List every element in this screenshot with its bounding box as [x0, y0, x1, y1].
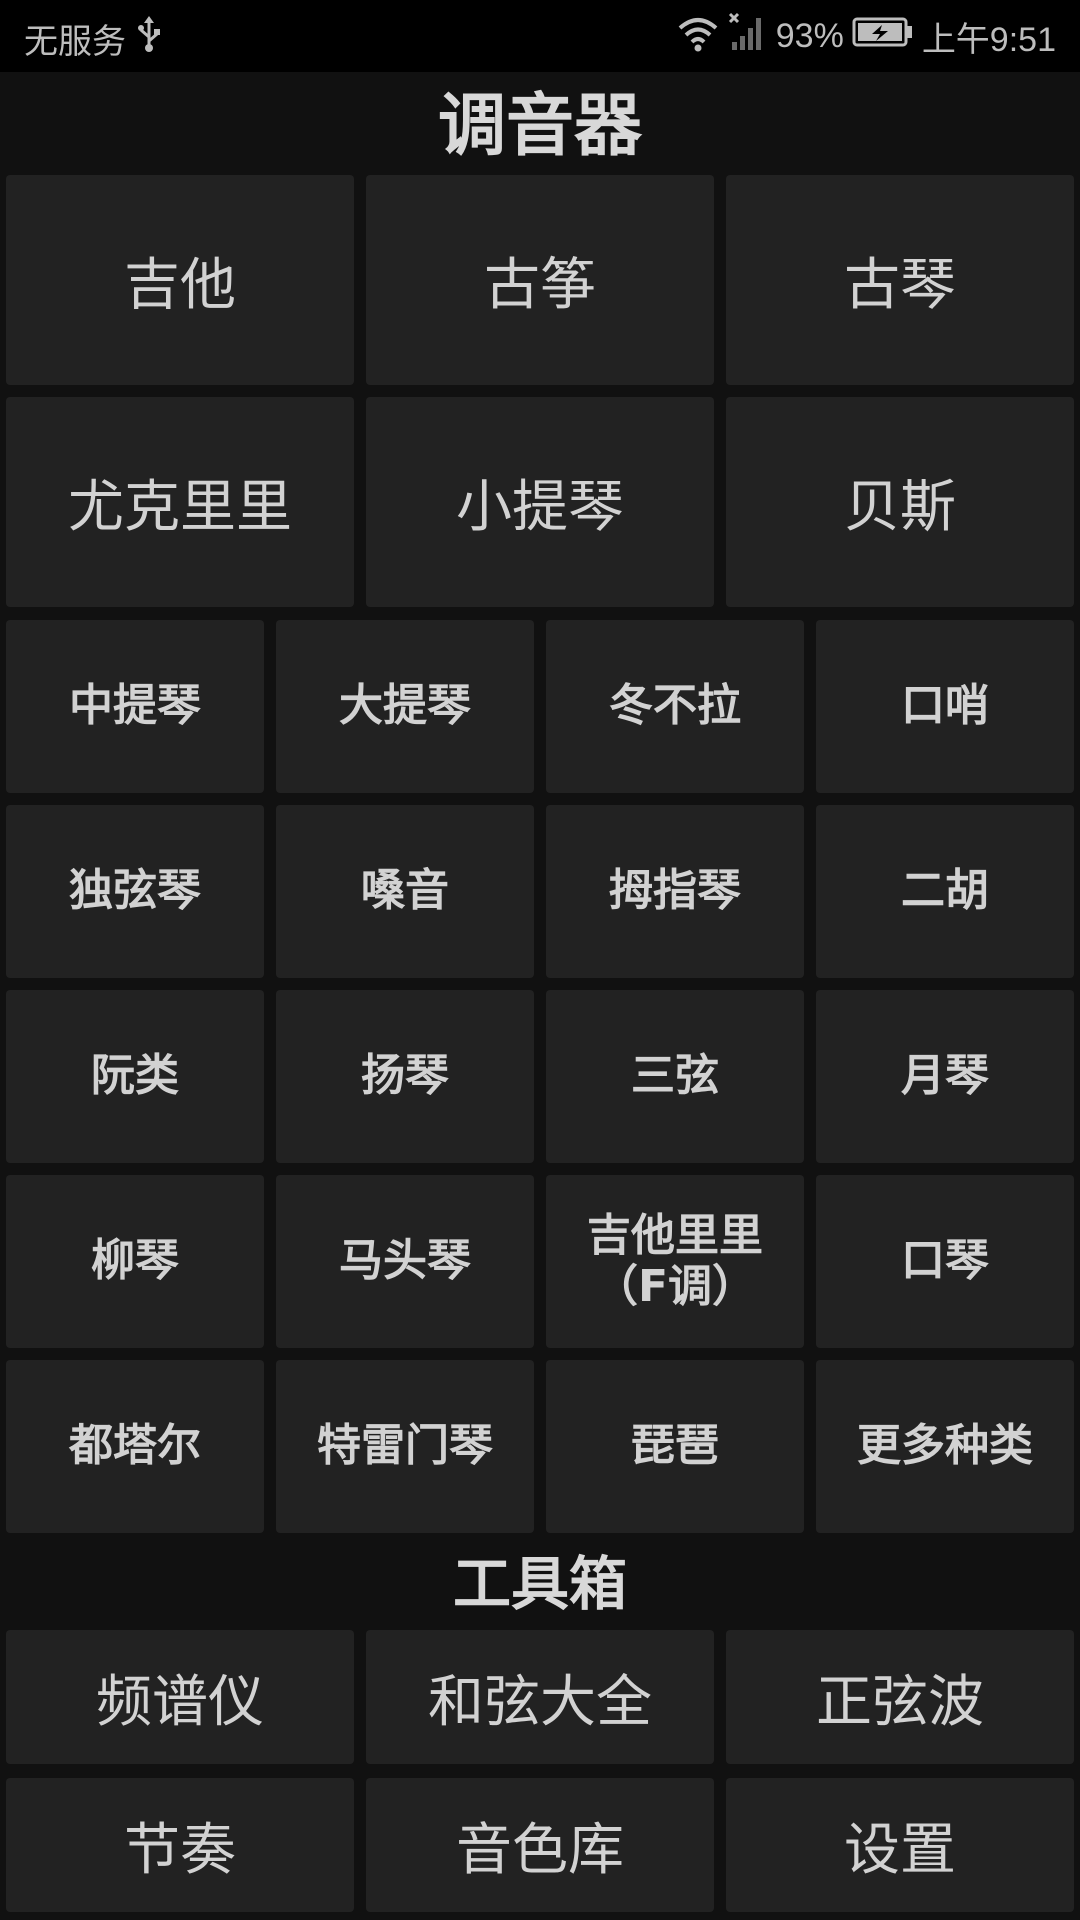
- instrument-button-more[interactable]: 更多种类: [816, 1360, 1074, 1533]
- carrier-status: 无服务: [24, 23, 126, 61]
- battery-charging-icon: [852, 16, 914, 57]
- status-bar-right: 93% 上午9:51: [668, 12, 1056, 61]
- instrument-button-guqin[interactable]: 古琴: [726, 175, 1074, 385]
- instrument-button-harmonica[interactable]: 口琴: [816, 1175, 1074, 1348]
- tool-button-sound-library[interactable]: 音色库: [366, 1778, 714, 1912]
- instrument-button-dutar[interactable]: 都塔尔: [6, 1360, 264, 1533]
- instrument-button-ukulele[interactable]: 尤克里里: [6, 397, 354, 607]
- tile-label: 马头琴: [339, 1235, 471, 1287]
- tuner-other-instruments: 中提琴 大提琴 冬不拉 口哨 独弦琴 嗓音 拇指琴 二胡 阮类 扬琴 三弦 月琴…: [6, 620, 1074, 1533]
- instrument-button-guitalele-f[interactable]: 吉他里里 （F调）: [546, 1175, 804, 1348]
- instrument-button-erhu[interactable]: 二胡: [816, 805, 1074, 978]
- tile-label: 独弦琴: [69, 865, 201, 917]
- instrument-button-cello[interactable]: 大提琴: [276, 620, 534, 793]
- tile-label: 嗓音: [361, 865, 449, 917]
- tile-label: 吉他里里: [587, 1209, 763, 1261]
- tile-label: 音色库: [456, 1817, 624, 1883]
- instrument-button-theremin[interactable]: 特雷门琴: [276, 1360, 534, 1533]
- tile-label: 拇指琴: [609, 865, 741, 917]
- tile-label: 三弦: [631, 1050, 719, 1102]
- tile-label: 和弦大全: [428, 1669, 652, 1735]
- instrument-button-pipa[interactable]: 琵琶: [546, 1360, 804, 1533]
- tile-label: 更多种类: [857, 1420, 1033, 1472]
- instrument-button-dombra[interactable]: 冬不拉: [546, 620, 804, 793]
- instrument-button-liuqin[interactable]: 柳琴: [6, 1175, 264, 1348]
- tile-label: 正弦波: [816, 1669, 984, 1735]
- tile-label: 古琴: [844, 252, 956, 318]
- tile-label: 特雷门琴: [317, 1420, 493, 1472]
- tile-label: 吉他: [124, 252, 236, 318]
- instrument-button-bass[interactable]: 贝斯: [726, 397, 1074, 607]
- wifi-icon: [676, 12, 720, 61]
- tile-label: 中提琴: [69, 680, 201, 732]
- tool-button-spectrum[interactable]: 频谱仪: [6, 1630, 354, 1764]
- instrument-button-guzheng[interactable]: 古筝: [366, 175, 714, 385]
- tuner-main-instruments: 吉他 古筝 古琴 尤克里里 小提琴 贝斯: [6, 175, 1074, 607]
- instrument-button-violin[interactable]: 小提琴: [366, 397, 714, 607]
- instrument-button-ruan[interactable]: 阮类: [6, 990, 264, 1163]
- toolbox-title: 工具箱: [452, 1550, 627, 1618]
- tile-label: 节奏: [124, 1817, 236, 1883]
- tile-label: 阮类: [91, 1050, 179, 1102]
- instrument-button-yueqin[interactable]: 月琴: [816, 990, 1074, 1163]
- toolbox-grid: 频谱仪 和弦大全 正弦波 节奏 音色库 设置: [6, 1630, 1074, 1912]
- tile-label: 大提琴: [339, 680, 471, 732]
- instrument-button-kalimba[interactable]: 拇指琴: [546, 805, 804, 978]
- tile-sublabel: （F调）: [593, 1260, 757, 1312]
- status-bar: 无服务 93% 上午9:51: [0, 0, 1080, 72]
- usb-icon: [136, 15, 162, 62]
- battery-percent: 93%: [775, 17, 844, 55]
- tile-label: 频谱仪: [96, 1669, 264, 1735]
- tile-label: 月琴: [901, 1050, 989, 1102]
- tile-label: 设置: [844, 1817, 956, 1883]
- tool-button-rhythm[interactable]: 节奏: [6, 1778, 354, 1912]
- instrument-button-monochord[interactable]: 独弦琴: [6, 805, 264, 978]
- tile-label: 尤克里里: [68, 474, 292, 540]
- status-bar-left: 无服务: [24, 14, 162, 63]
- instrument-button-viola[interactable]: 中提琴: [6, 620, 264, 793]
- tile-label: 冬不拉: [609, 680, 741, 732]
- instrument-button-whistle[interactable]: 口哨: [816, 620, 1074, 793]
- clock: 上午9:51: [921, 21, 1056, 59]
- instrument-button-sanxian[interactable]: 三弦: [546, 990, 804, 1163]
- tile-label: 都塔尔: [69, 1420, 201, 1472]
- tile-label: 琵琶: [631, 1420, 719, 1472]
- tile-label: 柳琴: [91, 1235, 179, 1287]
- tile-label: 口哨: [901, 680, 989, 732]
- tile-label: 古筝: [484, 252, 596, 318]
- instrument-button-guitar[interactable]: 吉他: [6, 175, 354, 385]
- tile-label: 小提琴: [456, 474, 624, 540]
- tool-button-chords[interactable]: 和弦大全: [366, 1630, 714, 1764]
- tile-label: 口琴: [901, 1235, 989, 1287]
- tool-button-settings[interactable]: 设置: [726, 1778, 1074, 1912]
- tile-label: 贝斯: [844, 474, 956, 540]
- tile-label: 扬琴: [361, 1050, 449, 1102]
- tuner-title: 调音器: [437, 87, 642, 166]
- tool-button-sine-wave[interactable]: 正弦波: [726, 1630, 1074, 1764]
- no-signal-icon: [728, 12, 768, 61]
- tile-label: 二胡: [901, 865, 989, 917]
- instrument-button-voice[interactable]: 嗓音: [276, 805, 534, 978]
- instrument-button-morin-khuur[interactable]: 马头琴: [276, 1175, 534, 1348]
- instrument-button-yangqin[interactable]: 扬琴: [276, 990, 534, 1163]
